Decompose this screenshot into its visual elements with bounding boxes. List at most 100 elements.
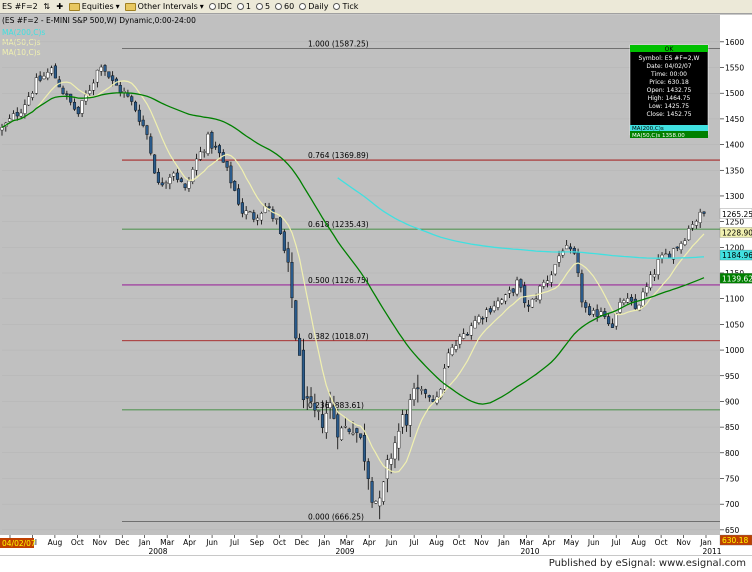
candle-body [626,298,630,303]
candle-body [443,367,447,390]
interval-idc[interactable]: IDC [208,2,232,11]
candle-body [267,206,271,209]
x-year-label: 2010 [520,547,539,555]
chart-toolbar: ES #F=2 ⇅ ✚ Equities ▾ Other Intervals ▾ I… [0,0,752,14]
candle-body [69,93,73,103]
data-window-row: Date: 04/02/07 [646,63,691,70]
y-tick-label: 800 [725,449,740,458]
candle-body [633,298,637,309]
candle-body [484,309,489,318]
fib-label: 0.764 (1369.89) [308,151,369,160]
candle-body [446,352,450,367]
candle-body [507,289,511,294]
data-window-ma50: MA(50,C)s 1358.00 [632,133,685,139]
candle-body [565,245,569,250]
plus-icon[interactable]: ✚ [56,2,64,11]
radio-icon [236,3,244,10]
candle-body [23,104,27,114]
candle-body [195,158,199,171]
x-tick-label: Jan [699,538,712,547]
candle-body [99,66,103,72]
candle-body [282,231,286,251]
candle-body [610,323,614,328]
candle-body [683,240,687,245]
candle-body [477,316,481,323]
candle-body [111,75,115,81]
data-window-row: High: 1464.75 [648,95,691,102]
price-chart[interactable]: (ES #F=2 - E-MINI S&P 500,W) Dynamic,0:0… [0,15,752,556]
data-window[interactable]: OK Symbol: ES #F=2,WDate: 04/02/07Time: 0… [629,44,709,139]
candle-body [133,101,138,111]
x-tick-label: Jan [497,538,510,547]
equities-label: Equities [81,2,114,11]
fib-label: 0.618 (1235.43) [308,220,369,229]
y-tick-label: 1300 [725,192,744,201]
y-tick-label: 1350 [725,166,744,175]
candle-body [454,345,458,350]
candle-body [88,90,92,94]
candle-body [416,387,420,390]
candle-body [149,136,153,154]
candle-body [412,388,416,401]
interval-5[interactable]: 5 [255,2,270,11]
candle-body [614,313,618,327]
candle-body [160,182,164,186]
candle-body [645,286,649,294]
x-tick-label: Apr [363,538,377,547]
candle-body [656,259,660,276]
x-tick-label: Apr [183,538,197,547]
fib-label: 0.382 (1018.07) [308,332,369,341]
interval-daily[interactable]: Daily [299,2,328,11]
candle-body [664,253,668,256]
x-year-label: 2011 [702,547,721,555]
candle-body [515,279,519,295]
candle-body [206,133,210,154]
candle-body [38,75,42,81]
other-intervals-button[interactable]: Other Intervals ▾ [124,2,204,11]
equities-button[interactable]: Equities ▾ [68,2,120,11]
candle-body [370,481,374,503]
price-tag: 1184.96 [722,251,752,260]
candle-body [42,75,46,80]
interval-1[interactable]: 1 [236,2,251,11]
candle-body [53,65,57,79]
candle-body [141,119,145,126]
candle-body [492,305,496,311]
price-tag: 1265.25 [722,210,752,219]
candle-body [332,405,336,419]
y-tick-label: 650 [725,526,740,535]
candle-body [153,154,157,174]
x-tick-label: Jan [318,538,331,547]
candle-body [622,300,626,304]
x-tick-label: Nov [676,538,691,547]
radio-icon [208,3,216,10]
interval-60[interactable]: 60 [275,2,294,11]
legend-entry: MA(10,C)s [2,48,41,57]
y-tick-label: 1550 [725,64,744,73]
symbol-field[interactable]: ES #F=2 [2,2,38,11]
x-tick-label: Aug [429,538,444,547]
interval-tick[interactable]: Tick [333,2,358,11]
y-tick-label: 1250 [725,218,744,227]
candle-body [393,442,397,460]
sort-icon[interactable]: ⇅ [43,2,51,11]
y-tick-label: 750 [725,474,740,483]
candle-body [694,220,698,226]
candle-body [11,113,15,121]
candle-body [691,224,695,229]
x-tick-label: Jun [587,538,600,547]
legend-entry: MA(200,C)s [2,28,45,37]
candle-body [118,85,122,93]
y-tick-label: 950 [725,372,740,381]
candle-body [19,112,23,117]
chart-area[interactable]: (ES #F=2 - E-MINI S&P 500,W) Dynamic,0:0… [0,15,752,556]
x-tick-label: Dec [295,538,310,547]
footer: Published by eSignal: www.esignal.com [0,556,752,572]
fib-label: 0.000 (666.25) [308,513,364,522]
candle-body [80,100,84,114]
candle-body [214,145,218,148]
candle-body [15,112,19,117]
candle-body [584,302,588,308]
candle-body [175,172,180,180]
data-window-row: Open: 1432.75 [647,87,692,94]
